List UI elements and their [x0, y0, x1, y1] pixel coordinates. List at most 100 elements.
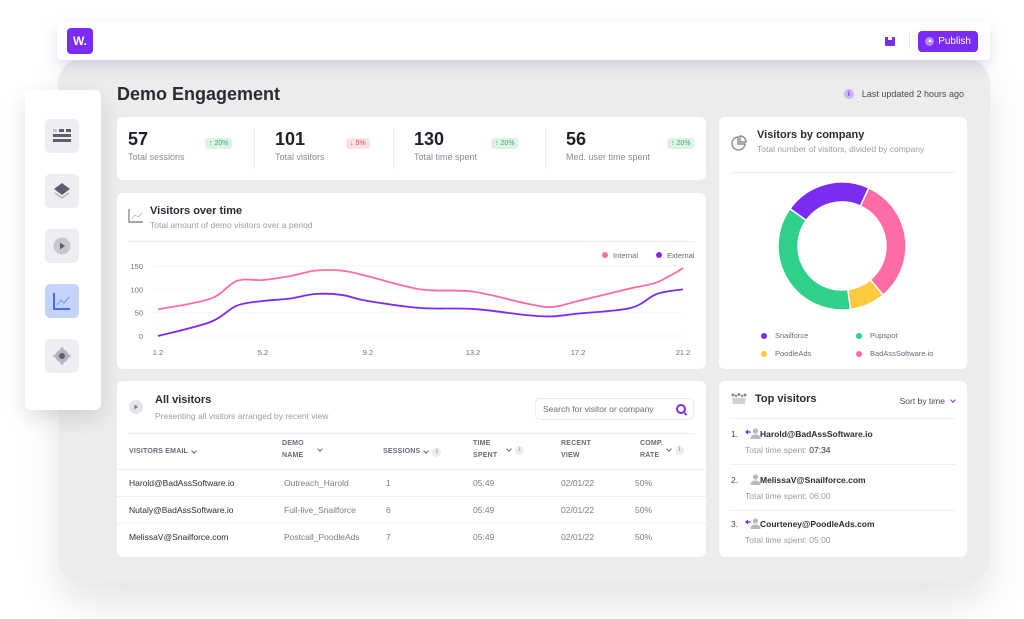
- last-updated-text: Last updated 2 hours ago: [861, 89, 964, 99]
- donut-slice-badasssoftwareio[interactable]: [859, 186, 907, 297]
- info-icon[interactable]: i: [675, 445, 685, 455]
- search-placeholder: Search for visitor or company: [543, 404, 654, 414]
- rank: 1.: [731, 429, 739, 439]
- divider: [730, 510, 956, 511]
- legend-label: BadAssSoftware.io: [870, 349, 934, 358]
- stat-median-time: 56 Med. user time spent ↑ 20%: [545, 128, 706, 169]
- sidebar-item-dashboard[interactable]: [45, 119, 79, 153]
- cell-time: 05:49: [473, 478, 495, 488]
- table-subtitle: Presenting all visitors arranged by rece…: [155, 411, 329, 421]
- legend-item[interactable]: BadAssSoftware.io: [856, 349, 933, 358]
- user-icon: [750, 474, 761, 485]
- visitor-email: MelissaV@Snailforce.com: [760, 475, 866, 485]
- time-spent: Total time spent: 07:34: [745, 445, 831, 455]
- stat-total-visitors: 101 Total visitors ↓ 5%: [254, 128, 393, 169]
- save-icon[interactable]: [885, 36, 896, 46]
- publish-label: Publish: [938, 35, 971, 47]
- cell-demo: Full-live_Snailforce: [284, 505, 356, 515]
- search-icon[interactable]: [676, 404, 686, 414]
- legend-item[interactable]: PoodleAds: [761, 349, 811, 358]
- publish-button[interactable]: Publish: [918, 30, 978, 52]
- last-updated: i Last updated 2 hours ago: [843, 89, 964, 99]
- sidebar-item-analytics[interactable]: [45, 284, 79, 318]
- stat-label: Total time spent: [414, 151, 478, 162]
- stat-total-time-spent: 130 Total time spent ↑ 20%: [393, 128, 545, 169]
- column-header-demo-name[interactable]: DEMO NAME: [282, 438, 323, 462]
- cell-email[interactable]: MelissaV@Snailforce.com: [129, 532, 228, 542]
- legend-item[interactable]: Pupspot: [856, 331, 898, 340]
- legend-dot: [856, 332, 862, 339]
- sidebar-item-layers[interactable]: [45, 174, 79, 208]
- visitor-email: Courteney@PoodleAds.com: [760, 519, 875, 529]
- app-logo[interactable]: W.: [67, 28, 93, 54]
- change-badge: ↓ 5%: [346, 137, 370, 149]
- divider: [128, 433, 695, 434]
- stat-label: Total sessions: [128, 151, 185, 162]
- visitor-search-input[interactable]: Search for visitor or company: [535, 398, 694, 420]
- info-icon[interactable]: i: [432, 447, 442, 457]
- donut-slice-snailforce[interactable]: [788, 181, 870, 222]
- legend-label[interactable]: Internal: [613, 251, 638, 260]
- column-header-sessions[interactable]: SESSIONS i: [383, 446, 442, 458]
- cell-time: 05:49: [473, 505, 495, 515]
- arrow-up-icon: ↑: [671, 139, 675, 147]
- x-tick-label: 21.2: [676, 348, 691, 357]
- cell-email[interactable]: Harold@BadAssSoftware.io: [129, 478, 234, 488]
- crown-icon: [731, 393, 747, 404]
- chevron-down-icon: [191, 447, 197, 454]
- legend-item[interactable]: Snailforce: [761, 331, 808, 340]
- sidebar-item-settings[interactable]: [45, 339, 79, 373]
- x-tick-label: 17.2: [571, 348, 586, 357]
- time-value: 05:00: [809, 535, 831, 545]
- time-value: 06:00: [809, 491, 831, 501]
- toolbar-divider: [909, 33, 911, 49]
- column-header-time-spent[interactable]: TIME SPENT i: [473, 438, 525, 462]
- column-header-recent-view: RECENT VIEW: [561, 440, 591, 459]
- rank: 2.: [731, 475, 739, 485]
- change-badge: ↑ 20%: [667, 137, 695, 149]
- time-spent: Total time spent: 06:00: [745, 491, 831, 501]
- row-divider: [117, 469, 706, 470]
- upload-icon: [925, 36, 935, 46]
- stat-value: 130: [414, 128, 445, 149]
- sidebar-item-demos[interactable]: [45, 229, 79, 263]
- y-tick-label: 100: [130, 285, 143, 294]
- chevron-down-icon: [666, 445, 672, 452]
- cell-time: 05:49: [473, 532, 495, 542]
- table-title: All visitors: [155, 394, 212, 406]
- visitor-email: Harold@BadAssSoftware.io: [760, 429, 873, 439]
- time-value: 07:34: [809, 445, 831, 455]
- legend-label[interactable]: External: [667, 251, 695, 260]
- stat-total-sessions: 57 Total sessions ↑ 20%: [117, 129, 254, 169]
- legend-label: Snailforce: [775, 331, 809, 340]
- chevron-down-icon: [950, 396, 956, 403]
- gear-icon: [53, 347, 71, 365]
- cell-recent: 02/01/22: [561, 478, 595, 488]
- info-icon: i: [843, 89, 854, 99]
- chevron-down-icon: [316, 445, 323, 452]
- arrow-up-icon: ↑: [495, 139, 499, 147]
- cell-demo: Postcall_PoodleAds: [284, 532, 360, 542]
- y-tick-label: 0: [139, 332, 143, 341]
- cell-sessions: 1: [386, 478, 391, 488]
- legend-dot: [761, 350, 767, 357]
- donut-slice-pupspot[interactable]: [777, 207, 852, 311]
- legend-label: PoodleAds: [775, 349, 812, 358]
- arrow-down-icon: ↓: [350, 139, 354, 147]
- info-icon[interactable]: i: [515, 445, 525, 455]
- page-title: Demo Engagement: [117, 84, 281, 104]
- donut-chart: [777, 181, 907, 311]
- change-badge: ↑ 20%: [491, 137, 519, 149]
- top-visitors-title: Top visitors: [755, 393, 817, 405]
- cell-sessions: 6: [386, 505, 391, 515]
- cell-recent: 02/01/22: [561, 505, 595, 515]
- cell-email[interactable]: Nutaly@BadAssSoftware.io: [129, 505, 234, 515]
- column-header-email[interactable]: VISITORS EMAIL: [129, 446, 197, 458]
- change-badge: ↑ 20%: [205, 137, 233, 149]
- top-visitors-card: Top visitors Sort by time 1. Harold@BadAs…: [719, 381, 967, 557]
- user-arrow-icon: [745, 518, 761, 529]
- column-header-comp-rate[interactable]: COMP. RATE i: [640, 438, 685, 462]
- x-tick-label: 1.2: [153, 348, 163, 357]
- x-tick-label: 13.2: [466, 348, 481, 357]
- sort-dropdown[interactable]: Sort by time: [900, 396, 956, 406]
